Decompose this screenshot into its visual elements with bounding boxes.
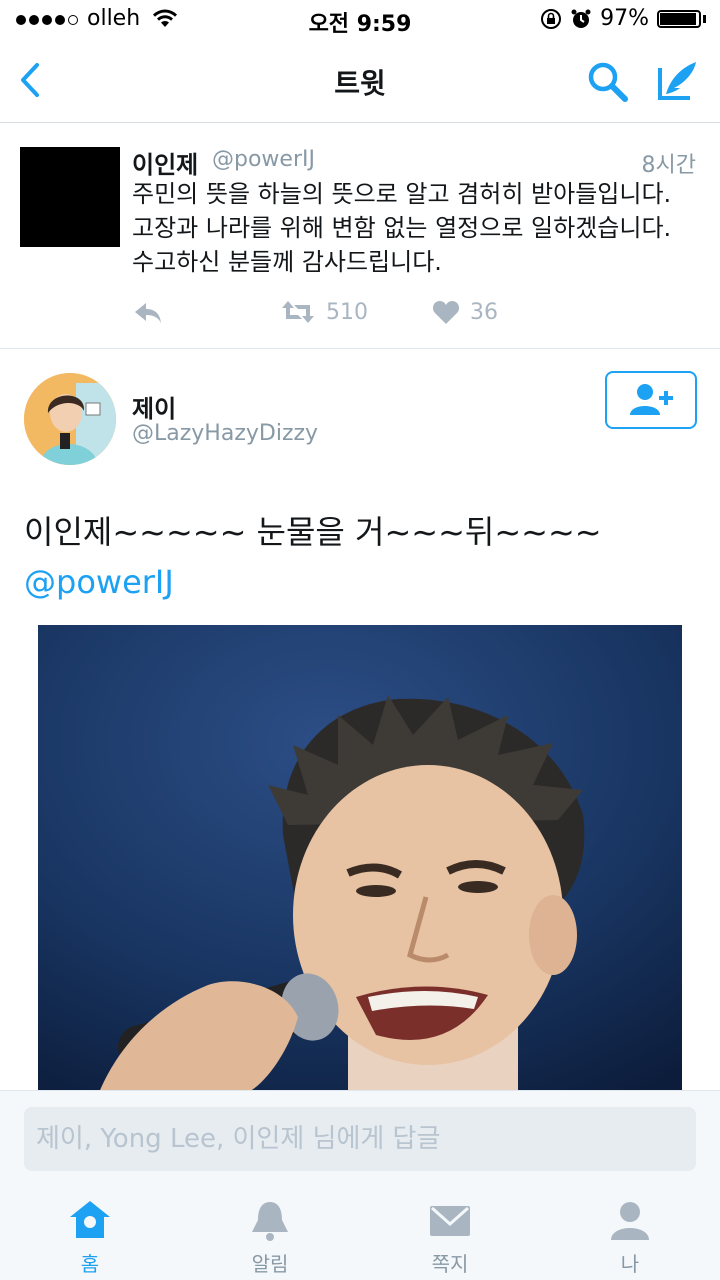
tweet-original[interactable]: 이인제 @powerIJ 8시간 주민의 뜻을 하늘의 뜻으로 알고 겸허히 받… (0, 123, 720, 349)
battery-percent: 97% (600, 6, 649, 31)
rotation-lock-icon (541, 8, 562, 29)
tab-label: 홈 (80, 1252, 100, 1276)
tweet-time: 8시간 (641, 153, 696, 178)
bell-icon (252, 1202, 288, 1241)
search-icon[interactable] (586, 60, 630, 104)
tab-label: 쪽지 (431, 1252, 469, 1276)
tweet-author-handle[interactable]: @LazyHazyDizzy (132, 421, 318, 446)
status-bar: olleh 오전 9:59 97% (0, 0, 720, 40)
reply-bar: 제이, Yong Lee, 이인제 님에게 답글 (0, 1090, 720, 1183)
home-icon (70, 1201, 110, 1238)
status-right: 97% (540, 6, 706, 31)
alarm-icon (571, 9, 591, 28)
envelope-icon (430, 1206, 470, 1236)
avatar[interactable] (24, 373, 116, 465)
tab-notifications[interactable]: 알림 (210, 1182, 330, 1280)
reply-input[interactable]: 제이, Yong Lee, 이인제 님에게 답글 (24, 1107, 696, 1171)
avatar-image (24, 373, 116, 465)
follow-button[interactable] (605, 371, 697, 429)
mention-link[interactable]: @powerIJ (24, 563, 174, 601)
tab-messages[interactable]: 쪽지 (390, 1182, 510, 1280)
tweet-author-handle[interactable]: @powerIJ (212, 147, 315, 172)
battery-icon (657, 9, 701, 28)
battery-tip (703, 14, 706, 23)
tweet-body: 주민의 뜻을 하늘의 뜻으로 알고 겸허히 받아들입니다. 고장과 나라를 위해… (132, 180, 672, 276)
tweet-body: 이인제~~~~~ 눈물을 거~~~뒤~~~~ (24, 513, 602, 551)
reply-icon (135, 303, 161, 323)
tweet-author-name[interactable]: 이인제 (132, 145, 198, 180)
heart-icon (432, 301, 460, 324)
tab-bar: 홈 알림 쪽지 나 (0, 1182, 720, 1280)
person-icon (611, 1202, 649, 1240)
like-count: 36 (470, 299, 498, 325)
tab-label: 알림 (251, 1252, 289, 1276)
singer-photo (38, 625, 682, 1095)
retweet-button[interactable]: 510 (280, 299, 368, 325)
retweet-icon (282, 301, 314, 323)
compose-icon[interactable] (656, 58, 700, 102)
reply-button[interactable] (132, 299, 164, 327)
tab-label: 나 (620, 1252, 640, 1276)
retweet-count: 510 (326, 299, 368, 325)
tweet-author-name[interactable]: 제이 (132, 389, 176, 424)
avatar[interactable] (20, 147, 120, 247)
add-person-icon (630, 384, 673, 415)
like-button[interactable]: 36 (432, 299, 498, 325)
tab-home[interactable]: 홈 (30, 1182, 150, 1280)
tweet-photo[interactable] (38, 625, 682, 1095)
tab-me[interactable]: 나 (570, 1182, 690, 1280)
tweet-actions: 510 36 (132, 299, 692, 335)
nav-bar: 트윗 (0, 40, 720, 123)
